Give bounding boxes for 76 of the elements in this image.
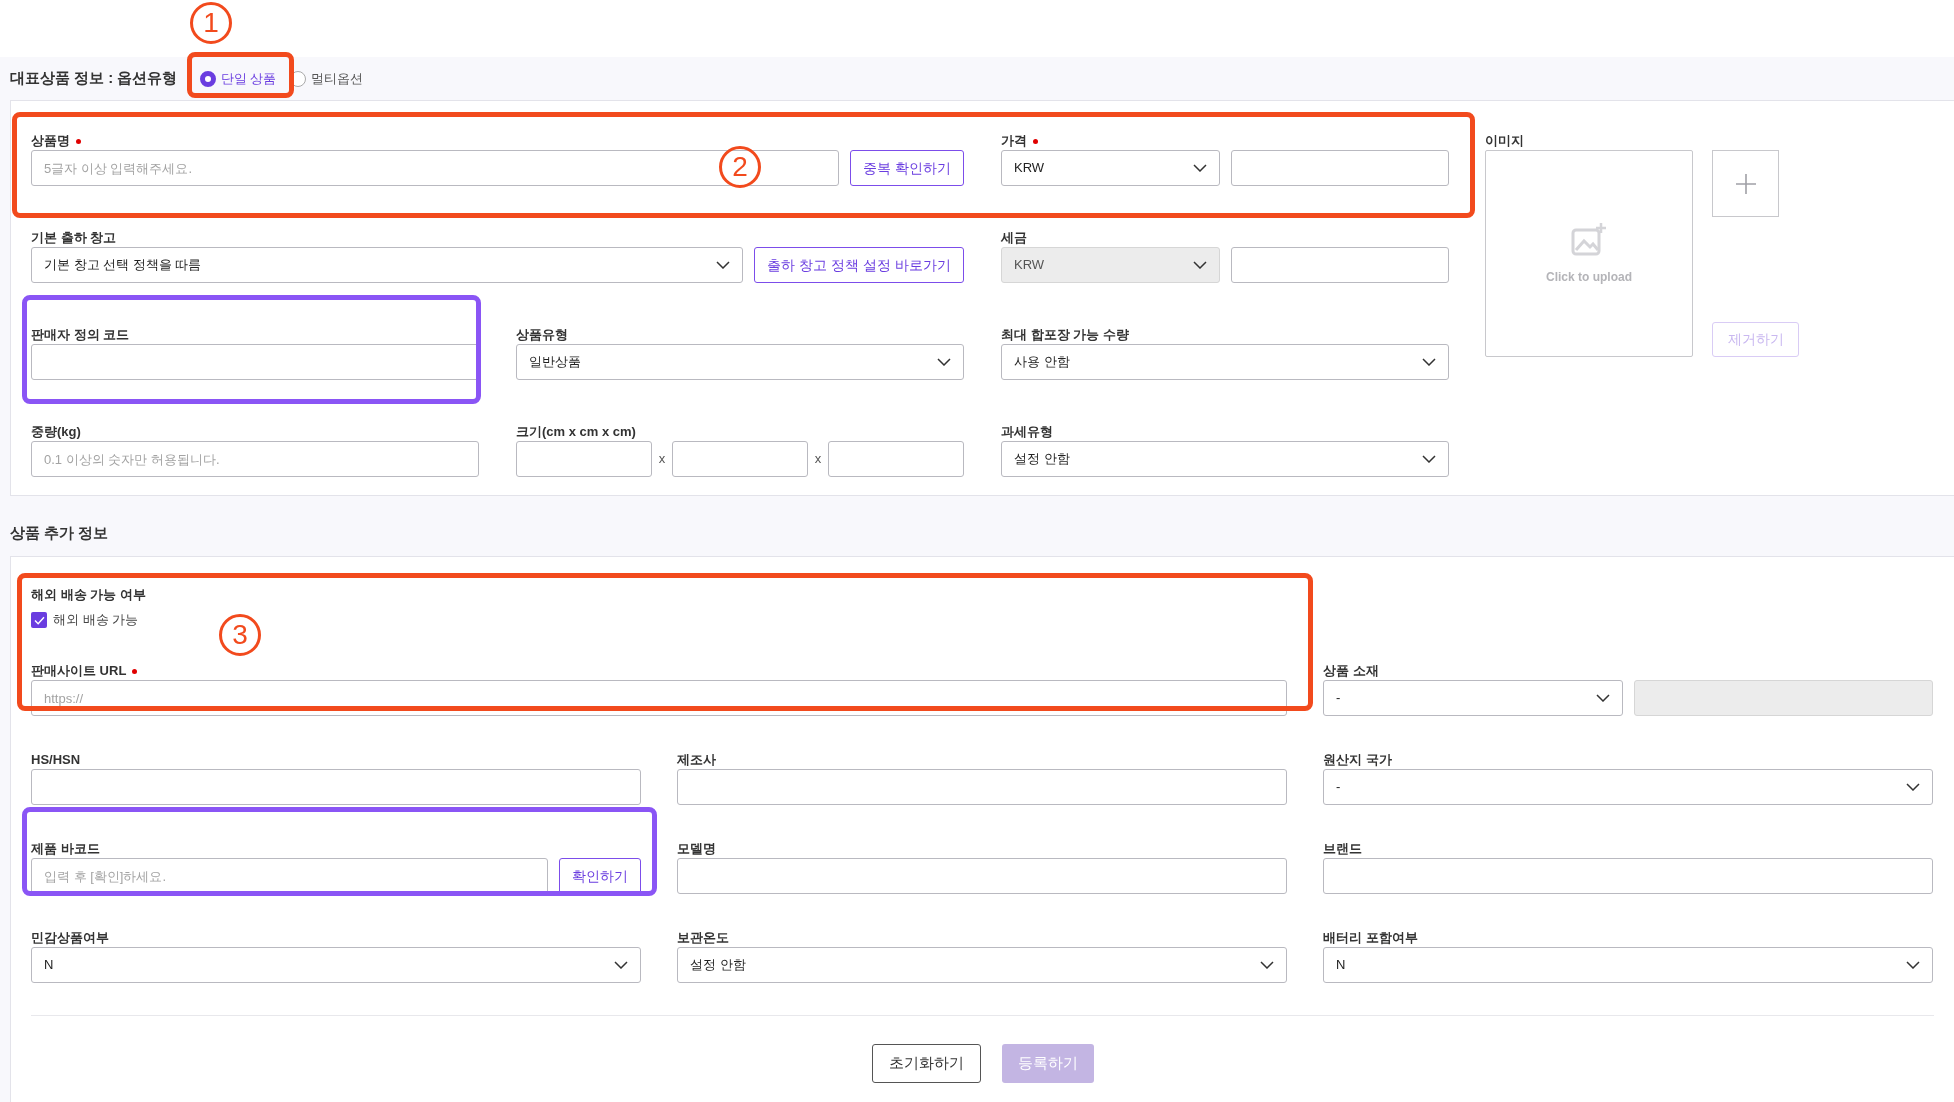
field-label: 브랜드: [1323, 840, 1362, 858]
field-label: 중량(kg): [31, 423, 81, 441]
field-label: 모델명: [677, 840, 716, 858]
image-add-icon: [1571, 221, 1607, 258]
field-label: 판매사이트 URL: [31, 662, 127, 680]
step-marker: 1: [190, 2, 232, 44]
times-sign: x: [657, 450, 667, 469]
add-image-button[interactable]: [1712, 150, 1779, 217]
field-label: 해외 배송 가능 여부: [31, 586, 146, 604]
field-label: 상품명: [31, 132, 70, 150]
chevron-down-icon: [937, 358, 951, 366]
radio-label[interactable]: 단일 상품: [220, 68, 277, 89]
chevron-down-icon: [1422, 358, 1436, 366]
field-label: 제품 바코드: [31, 840, 100, 858]
text-field[interactable]: [31, 769, 641, 805]
text-field[interactable]: [672, 441, 808, 477]
field-label: 원산지 국가: [1323, 751, 1392, 769]
radio-button[interactable]: [199, 70, 216, 87]
text-field[interactable]: [1230, 247, 1449, 283]
times-sign: x: [813, 450, 823, 469]
field-label: 크기(cm x cm x cm): [516, 423, 636, 441]
field-label: 민감상품여부: [31, 929, 109, 947]
chevron-down-icon: [1192, 261, 1207, 269]
field-label: 세금: [1001, 229, 1027, 247]
outline-button[interactable]: 확인하기: [559, 858, 641, 894]
field-label: 기본 출하 창고: [31, 229, 117, 247]
text-field[interactable]: 0.1 이상의 숫자만 허용됩니다.: [31, 441, 479, 477]
field-label: 최대 합포장 가능 수량: [1001, 326, 1129, 344]
outline-button[interactable]: 출하 창고 정책 설정 바로가기: [754, 247, 964, 283]
text-field[interactable]: [828, 441, 964, 477]
text-field[interactable]: 입력 후 [확인]하세요.: [31, 858, 548, 894]
text-field[interactable]: [677, 858, 1287, 894]
field-label: 제조사: [677, 751, 716, 769]
dropdown[interactable]: -: [1323, 680, 1623, 716]
dropdown[interactable]: 기본 창고 선택 정책을 따름: [31, 247, 744, 283]
chevron-down-icon: [1192, 164, 1207, 172]
text-field[interactable]: [31, 344, 479, 380]
section-title: 상품 추가 정보: [10, 522, 109, 543]
plus-icon: [1733, 171, 1758, 196]
field-label: 이미지: [1485, 132, 1525, 150]
radio-label[interactable]: 멀티옵션: [311, 68, 364, 89]
text-field[interactable]: [677, 769, 1287, 805]
field-label: 상품 소재: [1323, 662, 1379, 680]
dropdown[interactable]: KRW: [1001, 150, 1220, 186]
chevron-down-icon: [614, 961, 628, 969]
field-label: HS/HSN: [31, 751, 81, 769]
upload-hint: Click to upload: [1546, 268, 1632, 286]
step-marker: 3: [219, 614, 261, 656]
field-label: 과세유형: [1001, 423, 1053, 441]
chevron-down-icon: [1422, 455, 1436, 463]
dropdown[interactable]: N: [31, 947, 641, 983]
dropdown[interactable]: -: [1323, 769, 1933, 805]
checkbox-label[interactable]: 해외 배송 가능: [53, 610, 139, 630]
section-title: 대표상품 정보 : 옵션유형: [10, 68, 178, 89]
outline-button[interactable]: 중복 확인하기: [850, 150, 964, 186]
field-label: 가격: [1001, 132, 1027, 150]
field-label: 배터리 포함여부: [1323, 929, 1418, 947]
chevron-down-icon: [1260, 961, 1274, 969]
field-label: 보관온도: [677, 929, 729, 947]
dropdown[interactable]: 설정 안함: [1001, 441, 1449, 477]
dropdown[interactable]: 일반상품: [516, 344, 964, 380]
step-marker: 2: [719, 146, 761, 188]
dropdown[interactable]: 사용 안함: [1001, 344, 1449, 380]
text-field[interactable]: [1230, 150, 1449, 186]
chevron-down-icon: [716, 261, 731, 269]
text-field[interactable]: [516, 441, 652, 477]
field-label: 상품유형: [516, 326, 568, 344]
dropdown[interactable]: 설정 안함: [677, 947, 1287, 983]
chevron-down-icon: [1906, 961, 1920, 969]
text-field[interactable]: [1323, 858, 1933, 894]
checkbox[interactable]: [31, 612, 47, 628]
reset-button[interactable]: 초기화하기: [871, 1044, 981, 1083]
chevron-down-icon: [1595, 694, 1610, 702]
chevron-down-icon: [1906, 783, 1920, 791]
field-label: 판매자 정의 코드: [31, 326, 130, 344]
dropdown[interactable]: N: [1323, 947, 1933, 983]
